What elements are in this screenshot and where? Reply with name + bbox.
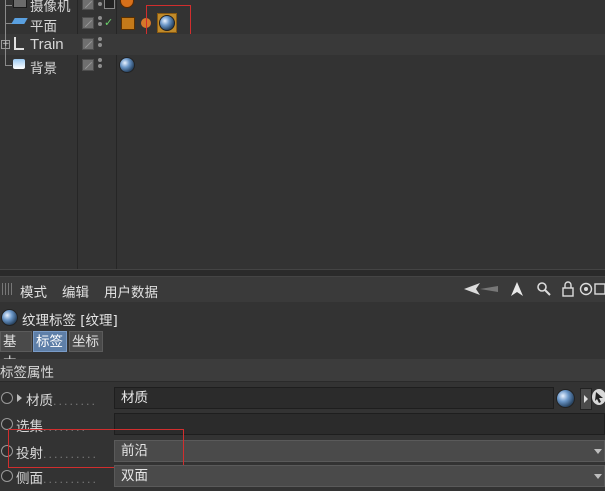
render-dots[interactable] xyxy=(98,0,102,8)
tab-tag[interactable]: 标签 xyxy=(33,331,67,352)
enabled-check-icon[interactable]: ✓ xyxy=(104,16,113,29)
expand-icon[interactable]: + xyxy=(1,40,10,49)
tab-coordinates[interactable]: 坐标 xyxy=(69,331,103,352)
null-icon xyxy=(14,37,24,50)
visibility-toggle[interactable] xyxy=(82,17,94,29)
material-link-field[interactable]: 材质 xyxy=(114,387,554,409)
object-row-camera[interactable]: 摄像机 xyxy=(0,0,605,15)
grip-handle[interactable] xyxy=(2,283,12,295)
render-dots[interactable] xyxy=(98,37,102,49)
object-manager: 摄像机 平面 ✓ + Train 背景 xyxy=(0,0,605,270)
target-icon[interactable] xyxy=(578,281,594,297)
animate-radio[interactable] xyxy=(1,470,13,482)
object-row-plane[interactable]: 平面 ✓ xyxy=(0,13,605,35)
menu-edit[interactable]: 编辑 xyxy=(62,281,89,301)
plane-icon xyxy=(11,18,28,24)
new-window-icon[interactable] xyxy=(594,281,605,297)
object-name: Train xyxy=(30,36,64,53)
camera-tag-icon[interactable] xyxy=(104,0,115,9)
lock-icon[interactable] xyxy=(560,281,576,297)
back-arrow-icon[interactable] xyxy=(464,281,498,297)
selection-link-field[interactable] xyxy=(114,413,605,435)
chevron-down-icon xyxy=(594,449,602,454)
material-preview-icon[interactable] xyxy=(556,389,575,408)
object-row-train[interactable]: + Train xyxy=(0,34,605,55)
tab-bar: 基本 标签 坐标 xyxy=(0,331,605,371)
protection-tag-icon[interactable] xyxy=(120,0,134,8)
property-side: 侧面.......... 双面 xyxy=(0,464,605,488)
property-label: 材质........ xyxy=(26,393,97,409)
chevron-down-icon xyxy=(594,474,602,479)
pick-object-icon[interactable] xyxy=(592,389,605,405)
clapper-tag-icon[interactable] xyxy=(121,17,135,30)
attribute-header: 纹理标签 [纹理] xyxy=(0,304,605,330)
section-title: 标签属性 xyxy=(0,365,54,381)
highlight-box xyxy=(8,429,184,468)
cursor-icon[interactable] xyxy=(509,281,525,297)
visibility-toggle[interactable] xyxy=(82,0,94,10)
side-dropdown[interactable]: 双面 xyxy=(114,465,605,487)
object-row-background[interactable]: 背景 xyxy=(0,55,605,77)
property-label: 侧面.......... xyxy=(16,471,98,487)
animate-radio[interactable] xyxy=(1,392,13,404)
projection-dropdown[interactable]: 前沿 xyxy=(114,440,605,462)
visibility-toggle[interactable] xyxy=(82,59,94,71)
panel-splitter[interactable] xyxy=(0,269,605,277)
tab-basic[interactable]: 基本 xyxy=(0,331,32,371)
background-icon xyxy=(13,59,25,69)
link-menu-button[interactable] xyxy=(580,388,592,410)
render-dots[interactable] xyxy=(98,16,102,28)
object-name: 平面 xyxy=(30,19,57,35)
section-header: 标签属性 xyxy=(0,359,605,382)
texture-tag-icon[interactable] xyxy=(119,57,135,73)
texture-tag-icon xyxy=(1,309,18,326)
render-dots[interactable] xyxy=(98,58,102,70)
attribute-menubar: 模式 编辑 用户数据 xyxy=(0,277,605,302)
camera-icon xyxy=(13,0,27,8)
menu-user-data[interactable]: 用户数据 xyxy=(104,281,158,301)
attribute-title: 纹理标签 [纹理] xyxy=(22,313,118,329)
search-icon[interactable] xyxy=(536,281,552,297)
property-material: 材质........ 材质 xyxy=(0,386,605,410)
visibility-toggle[interactable] xyxy=(82,38,94,50)
menu-mode[interactable]: 模式 xyxy=(20,281,47,301)
object-name: 背景 xyxy=(30,61,57,77)
expand-arrow-icon[interactable] xyxy=(17,394,22,402)
